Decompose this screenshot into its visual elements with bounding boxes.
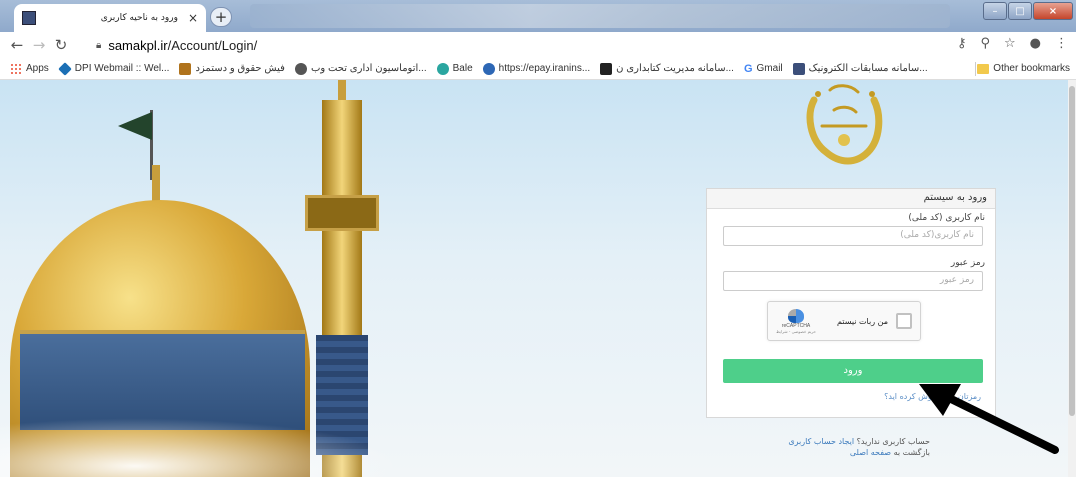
site-favicon-icon <box>22 11 36 25</box>
bookmarks-separator <box>975 62 976 76</box>
scrollbar-thumb[interactable] <box>1069 86 1075 416</box>
bookmark-label: سامانه مسابقات الکترونیک... <box>808 63 928 74</box>
recaptcha-checkbox[interactable] <box>896 313 912 329</box>
other-bookmarks[interactable]: Other bookmarks <box>977 63 1070 74</box>
recaptcha-logo: reCAPTCHA حریم خصوصی - شرایط <box>776 308 816 334</box>
bookmark-label: سامانه مدیریت کتابداری ن... <box>616 63 734 74</box>
reload-icon[interactable]: ↻ <box>50 36 72 54</box>
recaptcha-label: من ربات نیستم <box>836 316 888 326</box>
key-icon[interactable]: ⚷ <box>957 36 967 51</box>
recaptcha-widget: من ربات نیستم reCAPTCHA حریم خصوصی - شرا… <box>767 301 921 341</box>
bookmark-automation[interactable]: اتوماسیون اداری تحت وب... <box>294 62 427 75</box>
bookmarks-bar: Apps DPI Webmail :: Wel... فیش حقوق و دس… <box>0 58 1076 80</box>
bookmark-contest[interactable]: سامانه مسابقات الکترونیک... <box>792 62 928 75</box>
username-input[interactable]: نام کاربری(کد ملی) <box>723 226 983 246</box>
back-home-line: بازگشت به صفحه اصلی <box>700 447 930 458</box>
page-scrollbar[interactable] <box>1068 80 1076 477</box>
bookmark-label: Apps <box>26 63 49 74</box>
account-links: حساب کاربری ندارید؟ ایجاد حساب کاربری با… <box>700 436 930 458</box>
login-panel-title: ورود به سیستم <box>707 189 995 209</box>
apps-grid-icon <box>10 62 22 75</box>
bookmark-gmail[interactable]: G Gmail <box>744 63 783 75</box>
home-page-link[interactable]: صفحه اصلی <box>850 448 891 457</box>
profile-avatar-icon[interactable]: ● <box>1030 36 1041 51</box>
recaptcha-privacy-terms[interactable]: حریم خصوصی - شرایط <box>776 329 816 334</box>
bookmark-bale[interactable]: Bale <box>436 62 473 75</box>
browser-toolbar: ← → ↻ 🔒︎ samakpl.ir/Account/Login/ ⚷ ⚲ ☆… <box>0 32 1076 58</box>
cloud-decoration <box>0 410 450 477</box>
bookmark-label: فیش حقوق و دستمزد <box>195 63 285 74</box>
dpi-icon <box>58 61 72 76</box>
bale-icon <box>436 62 449 75</box>
tab-title: ورود به ناحیه کاربری <box>100 13 178 23</box>
password-input[interactable]: رمز عبور <box>723 271 983 291</box>
create-account-link[interactable]: ایجاد حساب کاربری <box>788 437 854 446</box>
epay-icon <box>482 62 495 75</box>
bookmark-label: DPI Webmail :: Wel... <box>74 63 170 74</box>
tab-close-icon[interactable]: × <box>188 11 198 25</box>
bookmark-apps[interactable]: Apps <box>10 62 49 75</box>
bookmark-payslip[interactable]: فیش حقوق و دستمزد <box>179 62 285 75</box>
back-arrow-icon[interactable]: ← <box>6 36 28 54</box>
window-close-button[interactable]: × <box>1033 2 1073 20</box>
url-host: samakpl.ir <box>108 37 168 53</box>
browser-tab[interactable]: ورود به ناحیه کاربری × <box>14 4 206 32</box>
bookmark-label: https://epay.iranins... <box>498 63 591 74</box>
titlebar-background <box>250 4 950 28</box>
new-tab-button[interactable]: + <box>210 7 232 27</box>
window-maximize-button[interactable]: □ <box>1008 2 1032 20</box>
zoom-icon[interactable]: ⚲ <box>980 36 990 51</box>
recaptcha-icon <box>788 308 805 323</box>
url-text: samakpl.ir/Account/Login/ <box>108 38 257 53</box>
star-bookmark-icon[interactable]: ☆ <box>1004 36 1016 51</box>
bookmark-dpi-webmail[interactable]: DPI Webmail :: Wel... <box>58 61 170 76</box>
other-bookmarks-label: Other bookmarks <box>993 63 1070 74</box>
forward-arrow-icon[interactable]: → <box>28 36 50 54</box>
annotation-arrow-icon <box>919 384 1059 454</box>
minaret-balcony-decoration <box>305 195 379 231</box>
bookmark-label: اتوماسیون اداری تحت وب... <box>310 63 427 74</box>
password-label: رمز عبور <box>950 258 985 268</box>
url-path: /Account/Login/ <box>167 37 258 53</box>
flag-icon <box>118 112 152 140</box>
calligraphy-logo-icon <box>806 84 883 165</box>
contest-icon <box>792 62 805 75</box>
payslip-icon <box>179 62 192 75</box>
menu-kebab-icon[interactable]: ⋮ <box>1055 36 1068 51</box>
register-line: حساب کاربری ندارید؟ ایجاد حساب کاربری <box>700 436 930 447</box>
bookmark-label: Bale <box>452 63 473 74</box>
login-page: ورود به سیستم نام کاربری (کد ملی) نام کا… <box>0 80 1076 477</box>
library-icon <box>600 62 613 75</box>
toolbar-right-icons: ⚷ ⚲ ☆ ● ⋮ <box>957 36 1068 51</box>
bookmark-label: Gmail <box>756 63 783 74</box>
bookmark-library[interactable]: سامانه مدیریت کتابداری ن... <box>600 62 734 75</box>
browser-titlebar: ورود به ناحیه کاربری × + – □ × <box>0 0 1076 32</box>
folder-icon <box>977 63 990 74</box>
window-minimize-button[interactable]: – <box>983 2 1007 20</box>
google-icon: G <box>743 62 753 75</box>
address-bar[interactable]: 🔒︎ samakpl.ir/Account/Login/ <box>96 34 946 56</box>
globe-icon <box>294 62 307 75</box>
lock-icon: 🔒︎ <box>96 39 102 51</box>
bookmark-epay[interactable]: https://epay.iranins... <box>482 62 591 75</box>
username-label: نام کاربری (کد ملی) <box>908 213 985 223</box>
